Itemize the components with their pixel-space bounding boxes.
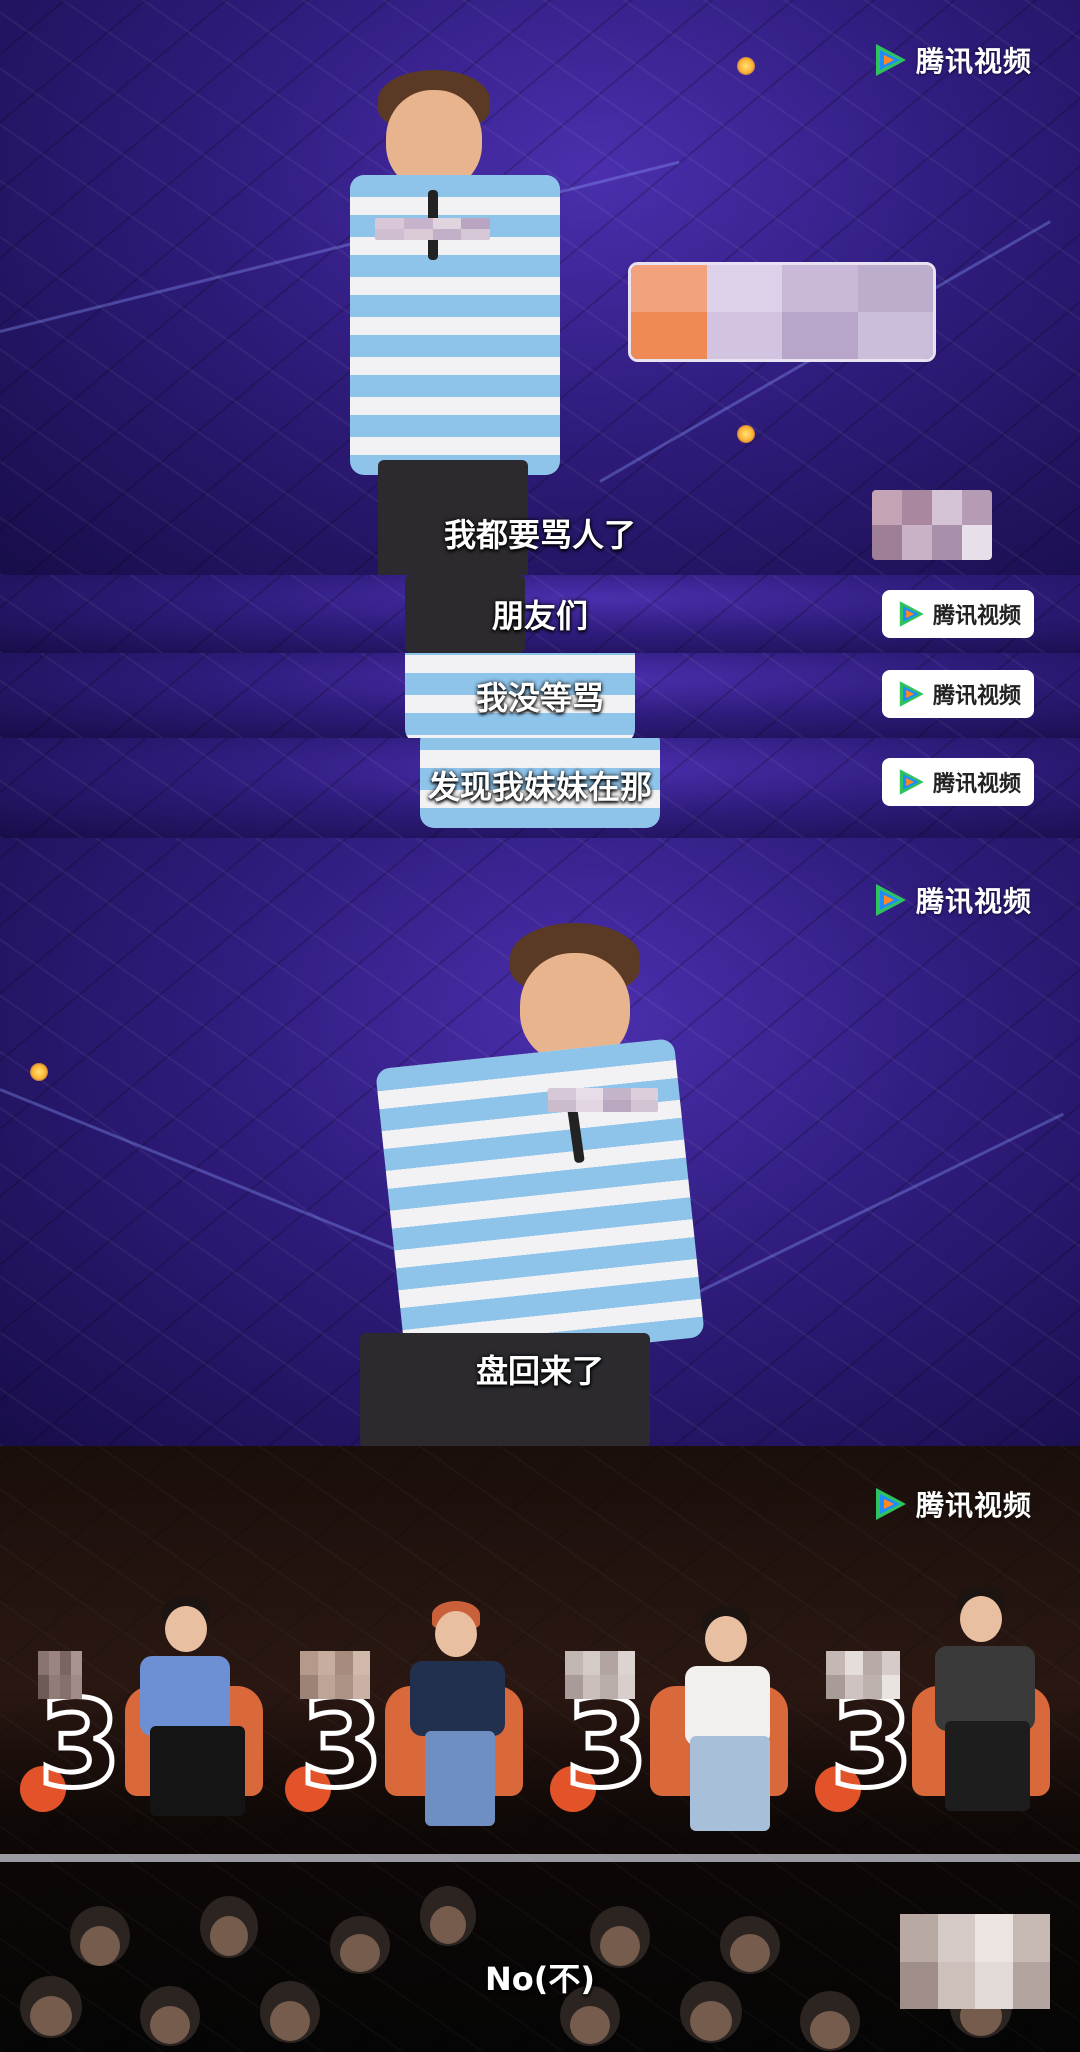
panel-2-strip: 朋友们 腾讯视频: [0, 575, 1080, 653]
panel-4-strip: 发现我妹妹在那 腾讯视频: [0, 738, 1080, 838]
censored-mosaic: [548, 1088, 658, 1112]
tencent-video-logo: 腾讯视频: [870, 880, 1032, 920]
panel-5-performer-gesturing: 腾讯视频 盘回来了: [0, 838, 1080, 1446]
tencent-video-logo: 腾讯视频: [870, 40, 1032, 80]
tencent-video-play-icon: [876, 1488, 906, 1520]
stage-edge: [0, 1854, 1080, 1862]
tencent-video-logo-chip: 腾讯视频: [882, 670, 1034, 718]
censored-mosaic: [375, 218, 490, 240]
logo-text: 腾讯视频: [916, 45, 1033, 78]
panel-6-judges-audience: 腾讯视频 3 3 3 3 No(不): [0, 1446, 1080, 2052]
tencent-video-play-icon: [899, 769, 924, 795]
logo-text: 腾讯视频: [932, 772, 1021, 797]
tencent-video-play-icon: [876, 44, 906, 76]
censored-mosaic: [826, 1651, 900, 1699]
subtitle: 盘回来了: [475, 1352, 604, 1390]
subtitle: No(不): [484, 1960, 596, 1998]
panel-1-performer-standing: 腾讯视频 我都要骂人了: [0, 0, 1080, 575]
tencent-video-play-icon: [899, 601, 924, 627]
stage-light: [30, 1063, 48, 1081]
tencent-video-logo-chip: 腾讯视频: [882, 590, 1034, 638]
panel-3-strip: 我没等骂 腾讯视频: [0, 653, 1080, 738]
censored-mosaic: [565, 1651, 635, 1699]
logo-text: 腾讯视频: [916, 1489, 1033, 1522]
tencent-video-play-icon: [899, 681, 924, 707]
censored-mosaic: [300, 1651, 370, 1699]
tencent-video-play-icon: [876, 884, 906, 916]
censored-mosaic: [38, 1651, 82, 1699]
tencent-video-logo: 腾讯视频: [870, 1484, 1032, 1524]
stage-light: [737, 57, 755, 75]
logo-text: 腾讯视频: [932, 684, 1021, 709]
censored-banner-mosaic: [628, 262, 936, 362]
subtitle: 我都要骂人了: [443, 516, 636, 554]
logo-text: 腾讯视频: [932, 604, 1021, 629]
tencent-video-logo-chip: 腾讯视频: [882, 758, 1034, 806]
stage-light: [737, 425, 755, 443]
logo-text: 腾讯视频: [916, 885, 1033, 918]
